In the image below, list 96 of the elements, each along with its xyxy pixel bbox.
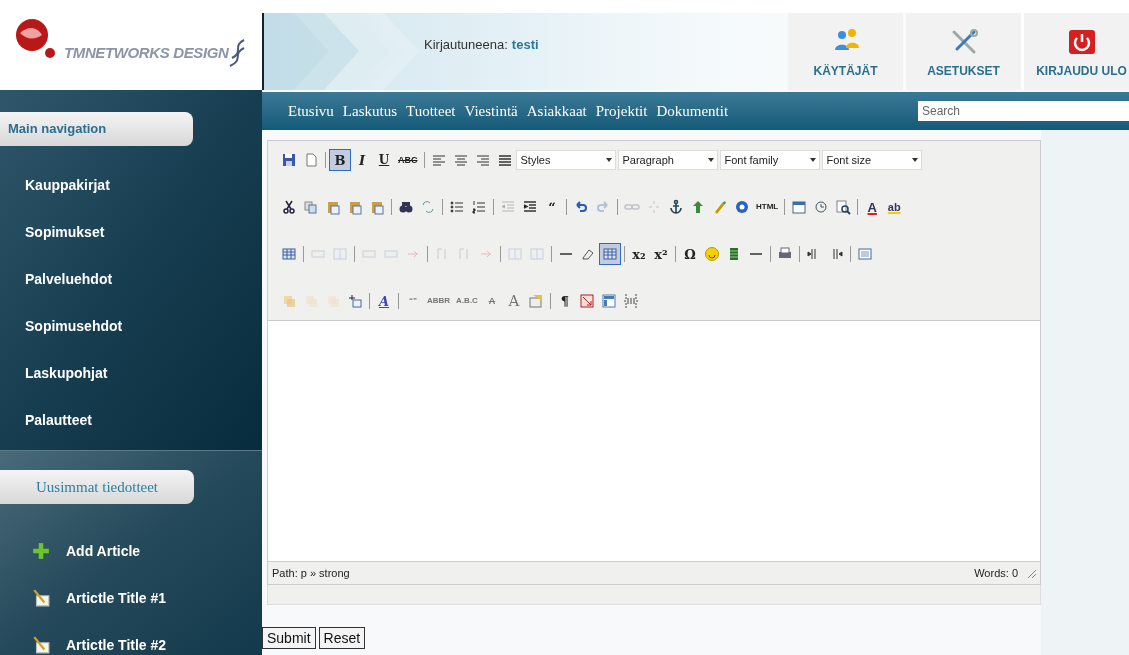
- dropdown[interactable]: Font family: [719, 150, 820, 170]
- brush-icon: [712, 199, 728, 215]
- toolbar-button[interactable]: x₂: [628, 243, 650, 265]
- document-icon: [303, 152, 319, 168]
- sidebar-link[interactable]: Palautteet: [25, 410, 262, 430]
- undo-icon: [573, 199, 589, 215]
- form-button[interactable]: Reset: [318, 627, 366, 649]
- login-label: Kirjautuneena:: [424, 36, 508, 54]
- article-link[interactable]: Artictle Title #1: [32, 588, 262, 608]
- redo-icon: [595, 199, 611, 215]
- nav-link[interactable]: Projektit: [595, 99, 648, 123]
- layer-icon: [325, 293, 341, 309]
- table-cell-icon: [332, 246, 348, 262]
- plus-icon: [32, 542, 50, 560]
- clock-icon: [813, 199, 830, 215]
- anchor-icon: [668, 199, 684, 215]
- word-count: Words: 0: [974, 565, 1018, 581]
- logo-text: TMNETWORKS DESIGN: [64, 42, 229, 63]
- layer-icon: [303, 293, 319, 309]
- dropdown-arrow-icon: [809, 158, 816, 162]
- nav-link[interactable]: Dokumentit: [656, 99, 729, 123]
- clipboard-icon: [369, 199, 385, 215]
- sidebar-link[interactable]: Kauppakirjat: [25, 175, 262, 195]
- align-right-icon: [474, 152, 491, 168]
- table-icon: [281, 246, 297, 262]
- unlink-icon: [646, 199, 662, 215]
- username: testi: [511, 36, 539, 54]
- toolbar-button[interactable]: HTML: [753, 196, 782, 218]
- resize-handle-icon[interactable]: [1026, 568, 1036, 578]
- justify-icon: [496, 152, 513, 168]
- toolbar-button[interactable]: Ω: [679, 243, 701, 265]
- template-icon: [600, 293, 617, 309]
- outdent-icon: [500, 199, 516, 215]
- nav-link[interactable]: Etusivu: [288, 99, 334, 123]
- sidebar-link[interactable]: Palveluehdot: [25, 269, 262, 289]
- table-icon: [602, 246, 618, 262]
- element-path: Path: p » strong: [272, 565, 350, 581]
- align-center-icon: [452, 152, 469, 168]
- crop-icon: [347, 293, 363, 309]
- sidebar-link[interactable]: Sopimukset: [25, 222, 262, 242]
- window-icon: [857, 246, 873, 262]
- table-cell-icon: [529, 246, 545, 262]
- copy-icon: [303, 199, 319, 215]
- article-link[interactable]: Add Article: [32, 541, 262, 561]
- section-heading: Main navigation: [0, 112, 193, 146]
- toolbar-button[interactable]: A: [861, 196, 884, 218]
- dropdown[interactable]: Font size: [821, 150, 922, 170]
- clipboard-icon: [325, 199, 341, 215]
- toolbar-button[interactable]: U: [373, 149, 395, 171]
- page-break-icon: [622, 293, 639, 309]
- box-icon: [578, 293, 595, 309]
- smiley-icon: [704, 246, 720, 262]
- nav-link[interactable]: Asiakkaat: [526, 99, 587, 123]
- dropdown-arrow-icon: [911, 158, 918, 162]
- swirl-icon: [228, 38, 247, 68]
- scissors-icon: [281, 199, 297, 215]
- toolbar-button[interactable]: B: [329, 149, 351, 171]
- bullet-list-icon: [449, 199, 465, 215]
- clipboard-icon: [347, 199, 363, 215]
- nav-link[interactable]: Viestintä: [464, 99, 518, 123]
- nav-link[interactable]: Tuotteet: [406, 99, 456, 123]
- form-button[interactable]: Submit: [262, 627, 316, 649]
- horizontal-line-icon: [559, 253, 573, 255]
- dropdown[interactable]: Styles: [515, 150, 616, 170]
- dropdown-arrow-icon: [605, 158, 612, 162]
- section-heading: Uusimmat tiedotteet: [0, 470, 194, 504]
- dropdown[interactable]: Paragraph: [617, 150, 718, 170]
- preview-icon: [835, 199, 852, 215]
- toolbar-button[interactable]: A: [373, 290, 395, 312]
- table-cell-icon: [507, 246, 523, 262]
- search-field[interactable]: Search: [918, 101, 1129, 121]
- numbered-list-icon: [471, 199, 487, 215]
- nav-link[interactable]: Laskutus: [342, 99, 397, 123]
- header-tile[interactable]: KÄYTÄJÄT: [788, 13, 903, 90]
- attributes-icon: [527, 293, 544, 309]
- header-tile[interactable]: KIRJAUDU ULO: [1024, 13, 1129, 90]
- pencil-note-icon: [32, 636, 50, 654]
- binoculars-icon: [398, 199, 414, 215]
- horizontal-line-icon: [749, 253, 763, 255]
- calendar-icon: [791, 199, 808, 215]
- dropdown-arrow-icon: [707, 158, 714, 162]
- align-left-icon: [430, 152, 447, 168]
- toolbar-button[interactable]: ¶: [553, 290, 576, 312]
- toolbar-button[interactable]: x²: [650, 243, 672, 265]
- toolbar-button[interactable]: ab: [883, 196, 906, 218]
- indent-icon: [522, 199, 538, 215]
- pencil-note-icon: [32, 589, 50, 607]
- sidebar-link[interactable]: Sopimusehdot: [25, 316, 262, 336]
- sidebar-link[interactable]: Laskupohjat: [25, 363, 262, 383]
- toolbar-button[interactable]: ABC: [395, 149, 421, 171]
- toolbar-button[interactable]: I: [351, 149, 373, 171]
- toolbar-button[interactable]: “: [541, 196, 563, 218]
- help-icon: [734, 199, 750, 215]
- layer-icon: [281, 293, 297, 309]
- article-link[interactable]: Artictle Title #2: [32, 635, 262, 655]
- header-tile[interactable]: ASETUKSET: [906, 13, 1021, 90]
